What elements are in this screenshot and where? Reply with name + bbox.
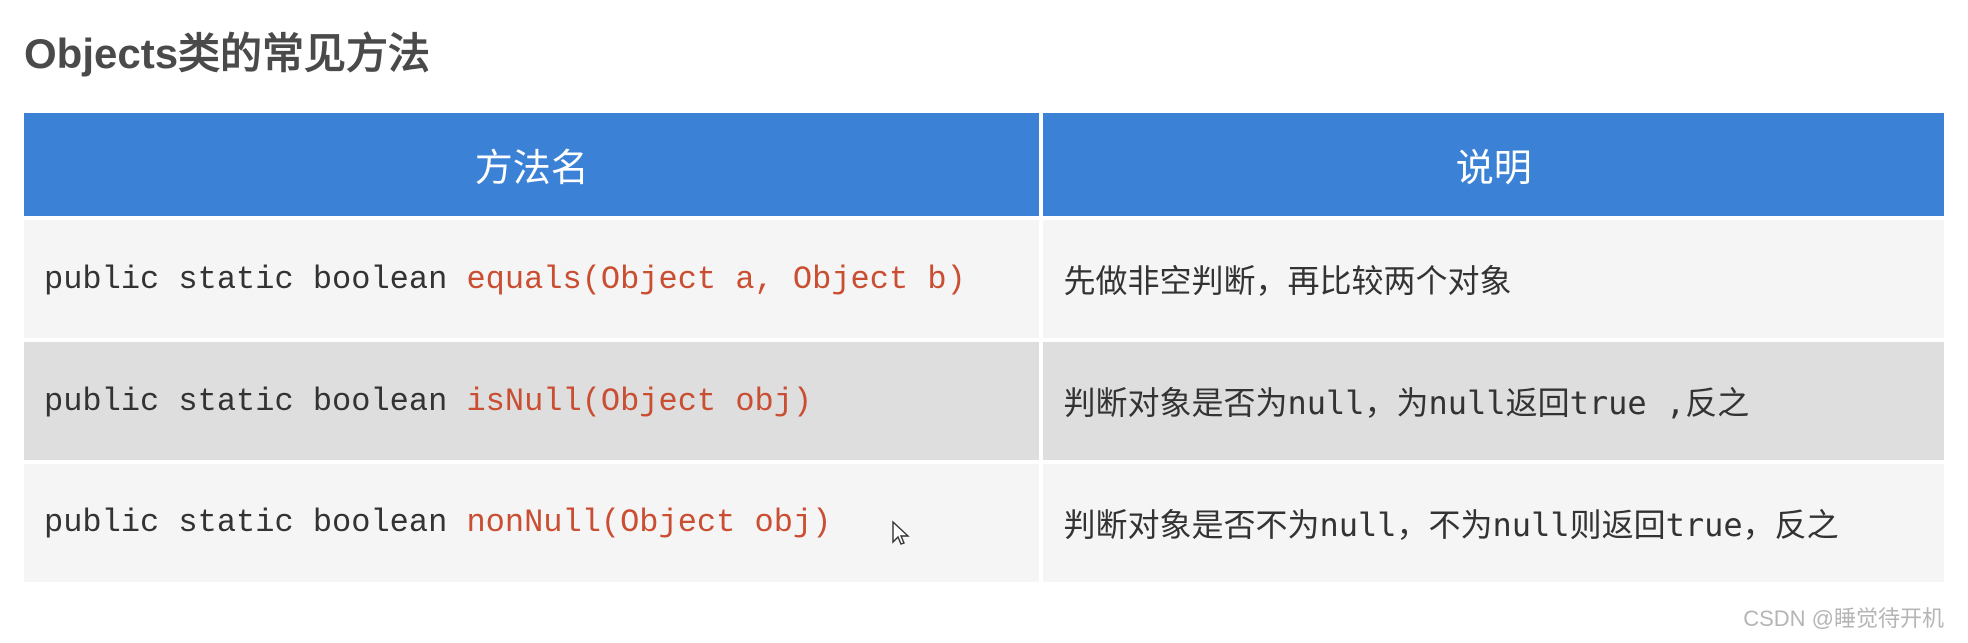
header-description: 说明	[1043, 113, 1944, 216]
method-signature-cell: public static boolean nonNull(Object obj…	[24, 464, 1039, 582]
table-row: public static boolean isNull(Object obj)…	[24, 342, 1944, 460]
method-prefix: public static boolean	[44, 261, 466, 298]
cursor-icon	[891, 520, 911, 558]
method-highlight: equals(Object a, Object b)	[466, 261, 965, 298]
table-row: public static boolean nonNull(Object obj…	[24, 464, 1944, 582]
method-signature-cell: public static boolean equals(Object a, O…	[24, 220, 1039, 338]
method-description-cell: 判断对象是否不为null，不为null则返回true，反之	[1043, 464, 1944, 582]
table-row: public static boolean equals(Object a, O…	[24, 220, 1944, 338]
method-highlight: nonNull(Object obj)	[466, 504, 831, 541]
page-title: Objects类的常见方法	[20, 20, 1948, 81]
header-method: 方法名	[24, 113, 1039, 216]
method-prefix: public static boolean	[44, 383, 466, 420]
method-prefix: public static boolean	[44, 504, 466, 541]
method-description-cell: 判断对象是否为null，为null返回true ,反之	[1043, 342, 1944, 460]
method-description-cell: 先做非空判断，再比较两个对象	[1043, 220, 1944, 338]
method-highlight: isNull(Object obj)	[466, 383, 812, 420]
methods-table: 方法名 说明 public static boolean equals(Obje…	[20, 109, 1948, 586]
method-signature-cell: public static boolean isNull(Object obj)	[24, 342, 1039, 460]
watermark: CSDN @睡觉待开机	[1743, 601, 1944, 633]
